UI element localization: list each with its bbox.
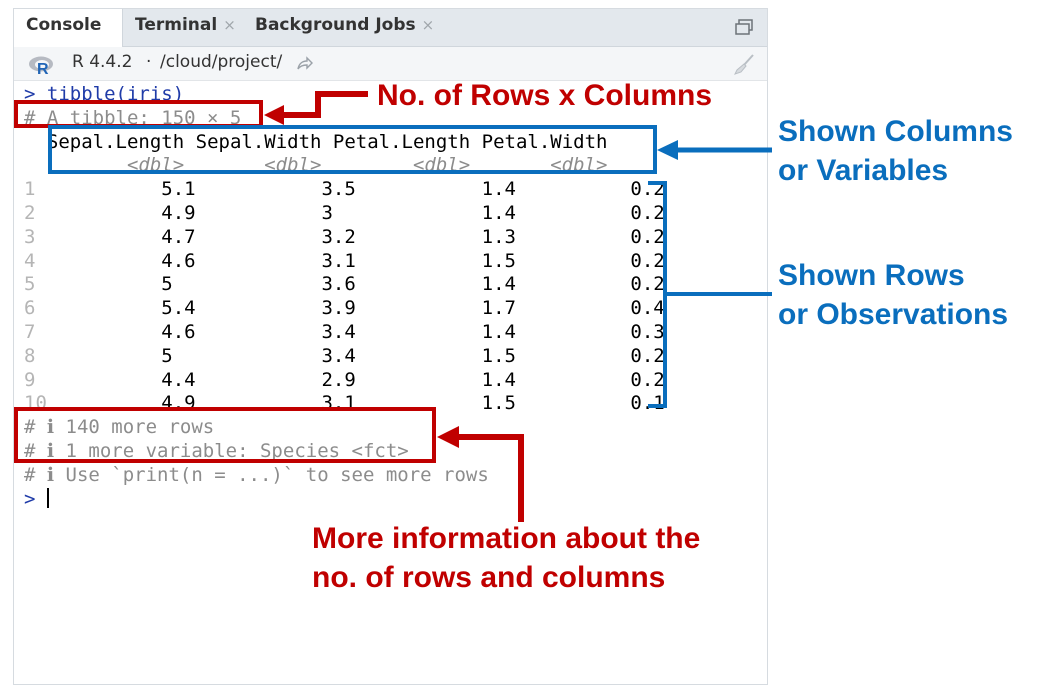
more-info-highlight-box: [14, 407, 436, 463]
annotation-rows-line1: Shown Rows: [778, 259, 965, 292]
more-info-arrow: [458, 434, 524, 522]
annotation-more-info-line1: More information about the: [312, 522, 701, 555]
rows-bracket: [648, 181, 667, 408]
annotation-columns-line2: or Variables: [778, 154, 949, 187]
rows-columns-arrowhead: [264, 105, 284, 125]
more-info-arrowhead: [437, 426, 459, 448]
rows-columns-highlight-box: [14, 100, 263, 128]
columns-arrowhead: [657, 140, 678, 160]
annotation-rows-line2: or Observations: [778, 298, 1009, 331]
columns-highlight-box: [48, 125, 657, 174]
annotation-columns-line1: Shown Columns: [778, 115, 1013, 148]
annotation-rows-columns: No. of Rows x Columns: [377, 79, 713, 112]
annotation-more-info-line2: no. of rows and columns: [312, 561, 666, 594]
rows-columns-arrow: [282, 91, 368, 118]
